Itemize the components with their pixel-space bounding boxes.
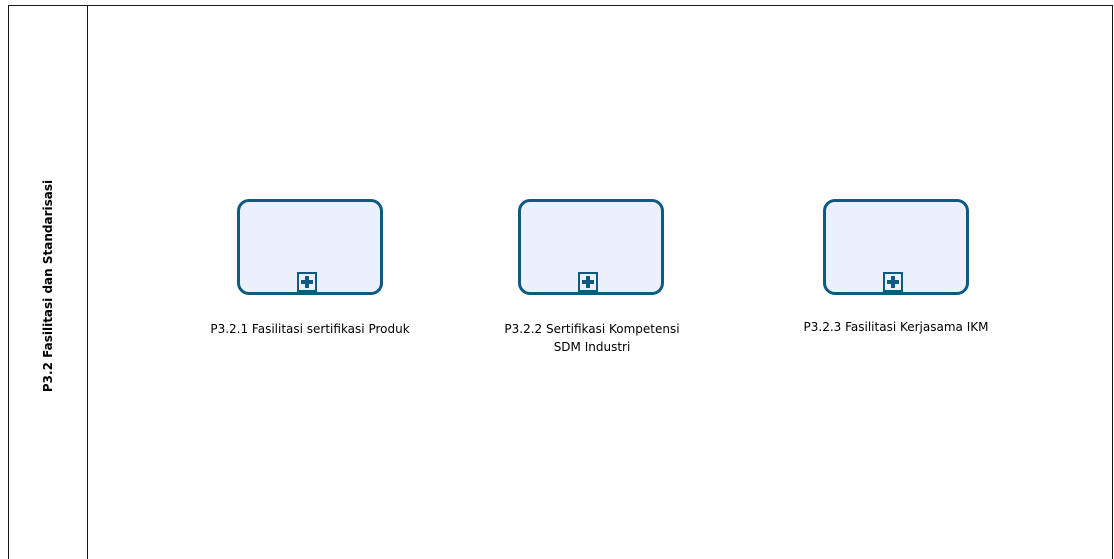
expand-subprocess-icon[interactable] bbox=[883, 272, 903, 292]
task-label-line: P3.2.3 Fasilitasi Kerjasama IKM bbox=[803, 320, 989, 334]
lane-title: P3.2 Fasilitasi dan Standarisasi bbox=[41, 179, 55, 393]
expand-subprocess-icon[interactable] bbox=[578, 272, 598, 292]
task-label-line: SDM Industri bbox=[553, 340, 631, 354]
lane-header: P3.2 Fasilitasi dan Standarisasi bbox=[9, 6, 88, 559]
plus-icon bbox=[887, 276, 899, 288]
expand-subprocess-icon[interactable] bbox=[297, 272, 317, 292]
plus-icon bbox=[582, 276, 594, 288]
subprocess-task-3[interactable] bbox=[823, 199, 969, 295]
task-label-3: P3.2.3 Fasilitasi Kerjasama IKM bbox=[776, 318, 1016, 336]
subprocess-task-1[interactable] bbox=[237, 199, 383, 295]
task-label-2: P3.2.2 Sertifikasi Kompetensi SDM Indust… bbox=[472, 320, 712, 356]
diagram-canvas: P3.2 Fasilitasi dan Standarisasi P3.2.1 … bbox=[0, 0, 1114, 559]
task-label-line: P3.2.2 Sertifikasi Kompetensi bbox=[504, 322, 680, 336]
task-label-1: P3.2.1 Fasilitasi sertifikasi Produk bbox=[190, 320, 430, 338]
plus-icon bbox=[301, 276, 313, 288]
task-label-line: P3.2.1 Fasilitasi sertifikasi Produk bbox=[210, 322, 410, 336]
subprocess-task-2[interactable] bbox=[518, 199, 664, 295]
